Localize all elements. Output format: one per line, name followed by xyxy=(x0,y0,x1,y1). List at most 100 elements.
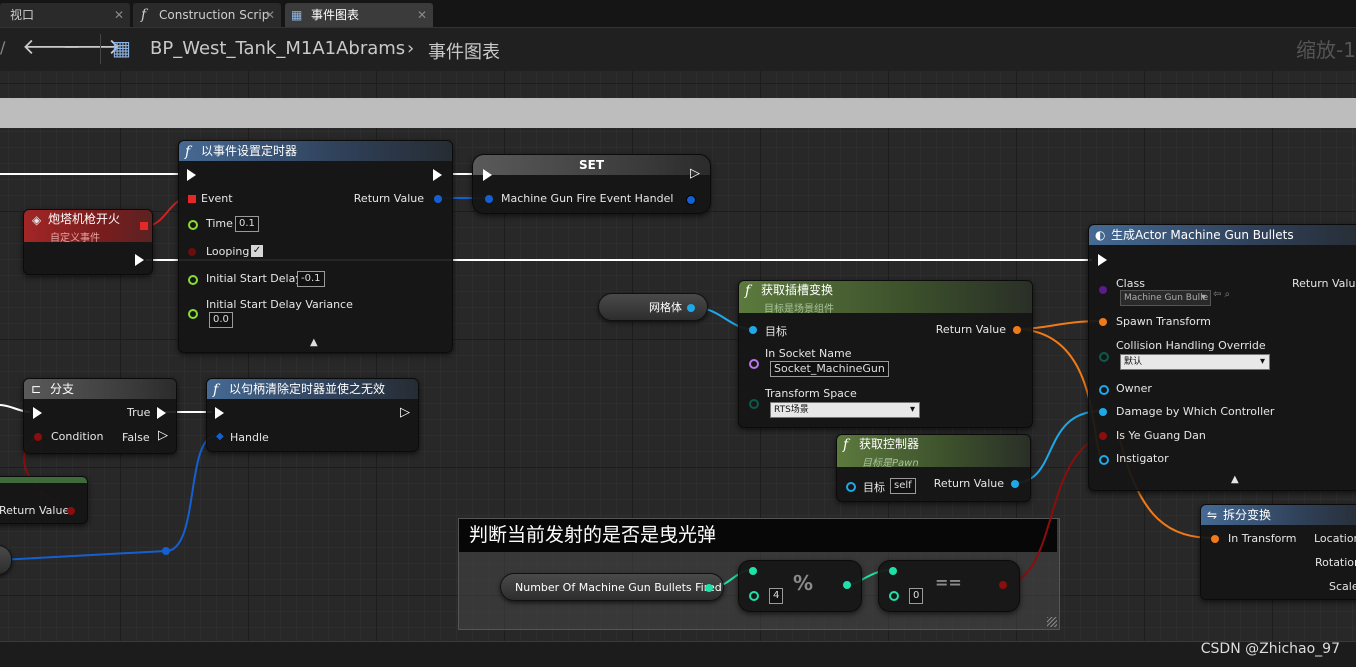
break-icon: ⇋ xyxy=(1207,508,1218,522)
looping-checkbox[interactable]: ✓ xyxy=(251,245,263,257)
int-in-pin-b[interactable] xyxy=(889,591,899,601)
function-icon: f xyxy=(213,382,219,398)
browse-icon[interactable]: ⇦ ⌕ xyxy=(1213,289,1230,300)
object-out-pin[interactable] xyxy=(687,304,695,312)
exec-out-pin[interactable]: ▷ xyxy=(690,166,700,181)
transform-space-label: Transform Space xyxy=(765,387,857,400)
partial-return-node[interactable]: Return Value xyxy=(0,476,88,524)
scale-label: Scale xyxy=(1329,580,1356,593)
timer-handle-out-pin[interactable] xyxy=(686,195,696,205)
object-out-pin[interactable] xyxy=(1011,480,1019,488)
true-exec-pin[interactable] xyxy=(157,407,166,419)
target-pin[interactable] xyxy=(846,482,856,492)
modulo-node[interactable]: 4 % xyxy=(738,560,862,612)
enum-pin[interactable] xyxy=(1099,352,1109,362)
break-transform-title: 拆分变换 xyxy=(1223,508,1272,522)
variance-field[interactable]: 0.0 xyxy=(209,312,233,328)
reroute-knot[interactable] xyxy=(162,547,170,555)
custom-event-node[interactable]: 炮塔机枪开火 ◈ 自定义事件 xyxy=(23,209,153,275)
function-icon: f xyxy=(185,144,191,160)
true-label: True xyxy=(127,406,151,419)
instigator-label: Instigator xyxy=(1116,452,1169,465)
initial-delay-field[interactable]: -0.1 xyxy=(297,271,325,287)
modulo-symbol: % xyxy=(793,571,814,595)
enum-pin[interactable] xyxy=(749,399,759,409)
socket-transform-title: 获取插槽变换 xyxy=(761,283,834,297)
damage-pin[interactable] xyxy=(1099,408,1107,416)
owner-pin[interactable] xyxy=(1099,385,1109,395)
float-pin[interactable] xyxy=(188,275,198,285)
mesh-var-label: 网格体 xyxy=(649,301,682,314)
int-out-pin[interactable] xyxy=(705,584,713,592)
delegate-pin[interactable] xyxy=(140,222,148,230)
equals-node[interactable]: 0 == xyxy=(878,560,1020,612)
exec-in-pin[interactable] xyxy=(215,407,224,419)
bool-pin[interactable] xyxy=(188,248,196,256)
socket-name-field[interactable]: Socket_MachineGun xyxy=(770,361,889,377)
clear-timer-title: 以句柄清除定时器並使之无效 xyxy=(229,382,386,396)
spawn-actor-title: 生成Actor Machine Gun Bullets xyxy=(1111,228,1294,242)
transform-out-pin[interactable] xyxy=(1013,326,1021,334)
branch-node[interactable]: ⊏ 分支 True Condition False ▷ xyxy=(23,378,177,454)
get-controller-node[interactable]: f 获取控制器 目标是Pawn 目标 self Return Value xyxy=(836,434,1031,502)
get-socket-transform-node[interactable]: f 获取插槽变换 目标是场景组件 目标 Return Value In Sock… xyxy=(738,280,1033,428)
class-pin[interactable] xyxy=(1099,286,1107,294)
int-in-pin-a[interactable] xyxy=(889,567,897,575)
collision-dropdown[interactable]: 默认 xyxy=(1120,354,1270,370)
exec-in-pin[interactable] xyxy=(483,169,492,181)
set-header: SET xyxy=(473,155,710,175)
delegate-pin[interactable] xyxy=(188,195,196,203)
exec-in-pin[interactable] xyxy=(1098,254,1107,266)
transform-pin[interactable] xyxy=(1099,318,1107,326)
break-transform-node[interactable]: ⇋ 拆分变换 In Transform Location Rotation Sc… xyxy=(1200,504,1356,600)
false-exec-pin[interactable]: ▷ xyxy=(158,428,168,443)
float-pin[interactable] xyxy=(188,309,198,319)
tracer-label: Is Ye Guang Dan xyxy=(1116,429,1206,442)
int-out-pin[interactable] xyxy=(843,581,851,589)
instigator-pin[interactable] xyxy=(1099,455,1109,465)
in-transform-pin[interactable] xyxy=(1211,535,1219,543)
clear-timer-node[interactable]: f 以句柄清除定时器並使之无效 ▷ ◆ Handle xyxy=(206,378,419,452)
socket-transform-subtitle: 目标是场景组件 xyxy=(764,304,834,315)
owner-label: Owner xyxy=(1116,382,1152,395)
name-pin[interactable] xyxy=(749,359,759,369)
condition-pin[interactable] xyxy=(34,433,42,441)
exec-out-pin[interactable]: ▷ xyxy=(400,405,410,420)
exec-out-pin[interactable] xyxy=(433,169,442,181)
float-pin[interactable] xyxy=(188,220,198,230)
target-pin[interactable] xyxy=(749,326,757,334)
time-field[interactable]: 0.1 xyxy=(235,216,259,232)
bullets-fired-variable-node[interactable]: Number Of Machine Gun Bullets Fired xyxy=(500,573,724,601)
timer-handle-pin[interactable] xyxy=(485,195,493,203)
mesh-variable-node[interactable]: 网格体 xyxy=(598,293,708,321)
expand-arrow-icon[interactable]: ▲ xyxy=(1231,474,1239,485)
exec-in-pin[interactable] xyxy=(187,169,196,181)
int-in-pin-a[interactable] xyxy=(749,567,757,575)
bool-out-pin[interactable] xyxy=(67,507,75,515)
exec-in-pin[interactable] xyxy=(33,407,42,419)
status-bar xyxy=(0,641,1356,667)
timer-handle-pin[interactable] xyxy=(434,195,442,203)
handle-pin[interactable]: ◆ xyxy=(216,431,224,442)
expand-arrow-icon[interactable]: ▲ xyxy=(310,337,318,348)
spawn-actor-node[interactable]: ◐ 生成Actor Machine Gun Bullets Class Mach… xyxy=(1088,224,1356,491)
exec-out-pin[interactable] xyxy=(135,254,144,266)
equals-value-field[interactable]: 0 xyxy=(909,588,924,604)
int-in-pin-b[interactable] xyxy=(749,591,759,601)
set-timer-title: 以事件设置定时器 xyxy=(201,144,298,158)
bool-out-pin[interactable] xyxy=(999,581,1007,589)
set-var-label: Machine Gun Fire Event Handel xyxy=(501,192,674,205)
set-variable-node[interactable]: SET ▷ Machine Gun Fire Event Handel xyxy=(472,154,711,214)
return-value-label: Return Value xyxy=(933,477,1004,490)
modulo-value-field[interactable]: 4 xyxy=(769,588,784,604)
set-timer-node[interactable]: f 以事件设置定时器 Event Return Value Time 0.1 L… xyxy=(178,140,453,353)
class-dropdown[interactable]: Machine Gun Bulle xyxy=(1120,290,1211,306)
return-value-label: Return Value xyxy=(353,192,424,205)
function-icon: f xyxy=(843,437,849,453)
get-controller-title: 获取控制器 xyxy=(859,437,920,451)
target-self-field[interactable]: self xyxy=(890,478,916,494)
partial-header xyxy=(0,477,87,483)
tracer-bool-pin[interactable] xyxy=(1099,432,1107,440)
transform-space-dropdown[interactable]: RTS场景 xyxy=(770,402,920,418)
bullets-fired-label: Number Of Machine Gun Bullets Fired xyxy=(515,581,722,594)
